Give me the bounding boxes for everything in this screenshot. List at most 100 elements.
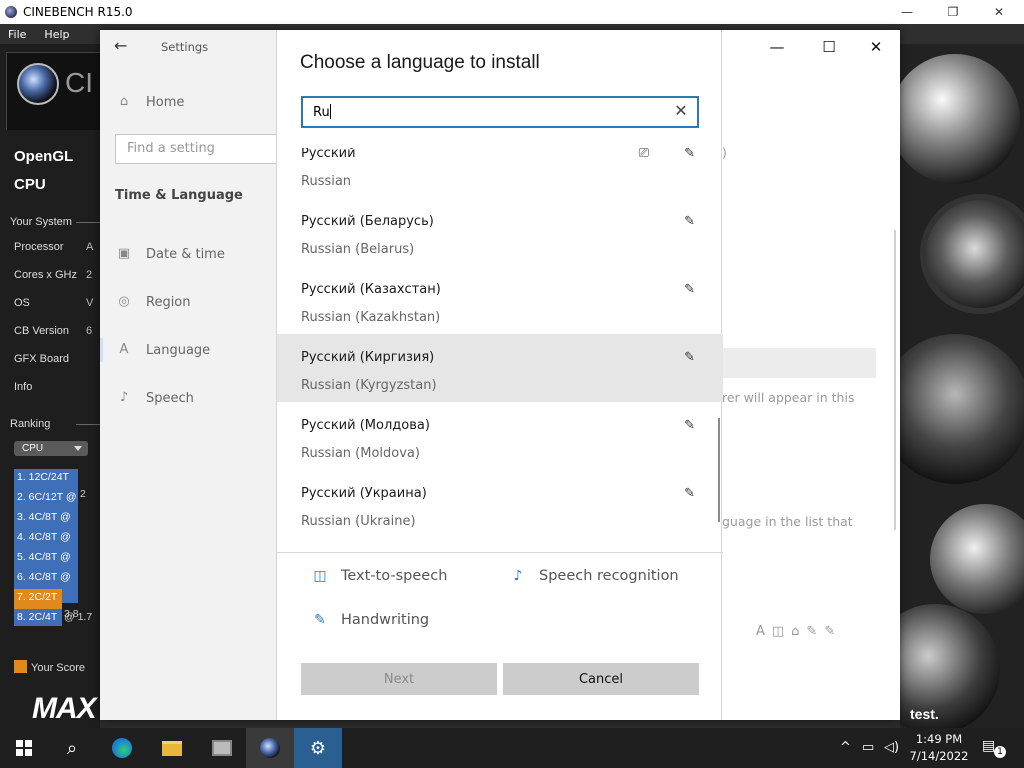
tray-overflow-chevron-icon[interactable]: ^ <box>840 740 851 755</box>
ranking-item-current[interactable]: 7. 2C/2T @3.8 <box>14 589 100 623</box>
cinebench-close-button[interactable]: ✕ <box>976 0 1022 24</box>
settings-maximize-button[interactable]: ☐ <box>814 38 844 56</box>
ranking-item[interactable]: 6. 4C/8T @ 2.7 <box>14 569 100 603</box>
microphone-icon: ♪ <box>119 390 129 405</box>
find-setting-input[interactable]: Find a setting <box>115 134 283 164</box>
settings-gear-icon[interactable]: ⚙ <box>294 728 342 768</box>
ranking-item[interactable]: 8. 2C/4T @ 1.7 <box>14 609 100 626</box>
nav-label: Date & time <box>146 246 225 262</box>
calendar-icon: ▣ <box>117 246 131 261</box>
image-viewer-icon[interactable] <box>198 728 246 768</box>
dialog-title: Choose a language to install <box>300 52 540 73</box>
system-row-value: A <box>86 241 94 253</box>
language-english-name: Russian (Kazakhstan) <box>301 310 441 325</box>
ranking-select[interactable]: CPU <box>14 441 88 456</box>
handwriting-icon: ✎ <box>684 148 695 161</box>
file-explorer-icon[interactable] <box>148 728 196 768</box>
language-item[interactable]: Русский (Молдова) Russian (Moldova) ✎ <box>277 406 723 474</box>
ranking-item[interactable]: 3. 4C/8T @ 4.4 <box>14 509 100 543</box>
ranking-item[interactable]: 1. 12C/24T @ 2 <box>14 469 100 503</box>
notifications-icon[interactable]: ▤ 1 <box>982 738 1006 758</box>
legend-label: Handwriting <box>341 612 430 628</box>
handwriting-icon: ✎ <box>684 486 695 501</box>
opengl-label[interactable]: OpenGL <box>14 148 73 165</box>
your-score-swatch <box>14 660 27 673</box>
cinebench-restore-button[interactable]: ❐ <box>930 0 976 24</box>
system-row-value: 6 <box>86 325 93 337</box>
handwriting-icon: ✎ <box>684 418 695 433</box>
network-icon[interactable]: ▭ <box>862 740 874 755</box>
taskbar: ⌕ ⚙ ^ ▭ ◁) 1:49 PM 7/14/2022 ▤ 1 <box>0 728 1024 768</box>
system-row: CB Version 6 <box>14 325 100 337</box>
language-item[interactable]: Русский (Украина) Russian (Ukraine) ✎ <box>277 474 723 542</box>
ranking-item[interactable]: 5. 4C/8T @ 2.6 <box>14 549 100 583</box>
volume-icon[interactable]: ◁) <box>884 740 899 755</box>
language-search-input[interactable]: Ru ✕ <box>301 96 699 128</box>
cpu-label[interactable]: CPU <box>14 176 46 193</box>
clear-search-icon[interactable]: ✕ <box>671 101 691 120</box>
nav-label: Language <box>146 342 211 358</box>
menu-help[interactable]: Help <box>36 28 79 41</box>
render-preview: test. <box>900 44 1024 728</box>
language-item[interactable]: Русский (Казахстан) Russian (Kazakhstan)… <box>277 270 723 338</box>
brand-text: CI <box>65 67 93 98</box>
your-score-legend: Your Score <box>14 660 85 674</box>
render-sphere <box>930 504 1024 614</box>
system-row-value: V <box>86 297 94 309</box>
nav-home[interactable]: ⌂ Home <box>116 94 185 110</box>
settings-sidebar: ← Settings ⌂ Home Find a setting Time & … <box>100 30 283 720</box>
cinebench-taskbar-icon[interactable] <box>246 728 294 768</box>
nav-date-time[interactable]: ▣ Date & time <box>116 246 225 262</box>
your-score-label: Your Score <box>31 662 86 674</box>
system-row: Info <box>14 381 100 393</box>
menu-file[interactable]: File <box>0 28 36 41</box>
maxon-logo: MAX <box>32 692 97 725</box>
language-item-highlighted[interactable]: Русский (Киргизия) Russian (Kyrgyzstan) … <box>277 334 723 402</box>
nav-region[interactable]: ◎ Region <box>116 294 190 310</box>
language-native-name: Русский (Беларусь) <box>301 214 434 229</box>
ranking-item[interactable]: 2. 6C/12T @ 3. <box>14 489 100 523</box>
handwriting-icon: ✎ <box>684 214 695 229</box>
back-arrow-icon[interactable]: ← <box>114 36 134 56</box>
display-language-icon: ⎚ <box>638 148 649 161</box>
ranking-item-rest: @ 1.7 <box>64 611 93 623</box>
legend-text-to-speech: ◫ Text-to-speech <box>311 568 447 584</box>
ranking-item-label: 8. 2C/4T <box>14 609 62 626</box>
ranking-heading: Ranking <box>10 418 107 430</box>
next-button[interactable]: Next <box>301 663 497 695</box>
language-native-name: Русский (Казахстан) <box>301 282 441 297</box>
settings-close-button[interactable]: ✕ <box>861 38 891 56</box>
system-clock[interactable]: 1:49 PM 7/14/2022 <box>904 731 974 765</box>
your-system-heading: Your System <box>10 216 106 228</box>
system-row-label: CB Version <box>14 325 70 337</box>
system-row: OS V <box>14 297 100 309</box>
language-item[interactable]: Русский (Беларусь) Russian (Belarus) ✎ <box>277 202 723 270</box>
language-native-name: Русский <box>301 148 356 161</box>
cancel-button[interactable]: Cancel <box>503 663 699 695</box>
system-row-label: OS <box>14 297 30 309</box>
settings-minimize-button[interactable]: — <box>762 38 792 56</box>
cinema4d-logo-icon <box>17 63 59 105</box>
list-scrollbar-thumb[interactable] <box>718 418 720 522</box>
language-native-name: Русский (Молдова) <box>301 418 430 433</box>
render-sphere <box>920 194 1024 314</box>
globe-icon: ◎ <box>118 294 130 309</box>
language-item[interactable]: Русский Russian ⎚ ✎ <box>277 148 723 202</box>
edge-browser-icon[interactable] <box>98 728 146 768</box>
cinebench-minimize-button[interactable]: — <box>884 0 930 24</box>
nav-speech[interactable]: ♪ Speech <box>116 390 194 406</box>
settings-scrollbar[interactable] <box>894 230 896 530</box>
nav-language[interactable]: A Language <box>116 342 211 358</box>
system-row: Cores x GHz 2 <box>14 269 100 281</box>
choose-language-dialog: Choose a language to install Ru ✕ Русски… <box>276 30 723 720</box>
system-row-label: Info <box>14 381 33 393</box>
start-button[interactable] <box>0 728 48 768</box>
ranking-item[interactable]: 4. 4C/8T @ 3.4 <box>14 529 100 563</box>
language-english-name: Russian (Moldova) <box>301 446 420 461</box>
clock-time: 1:49 PM <box>915 732 963 746</box>
language-list[interactable]: Русский Russian ⎚ ✎ Русский (Беларусь) R… <box>277 148 723 553</box>
cinebench-left-panel: CI OpenGL CPU Your System Processor A Cor… <box>0 44 107 728</box>
handwriting-icon: ✎ <box>314 612 326 628</box>
language-search-value: Ru <box>313 105 330 120</box>
search-icon[interactable]: ⌕ <box>48 728 96 768</box>
